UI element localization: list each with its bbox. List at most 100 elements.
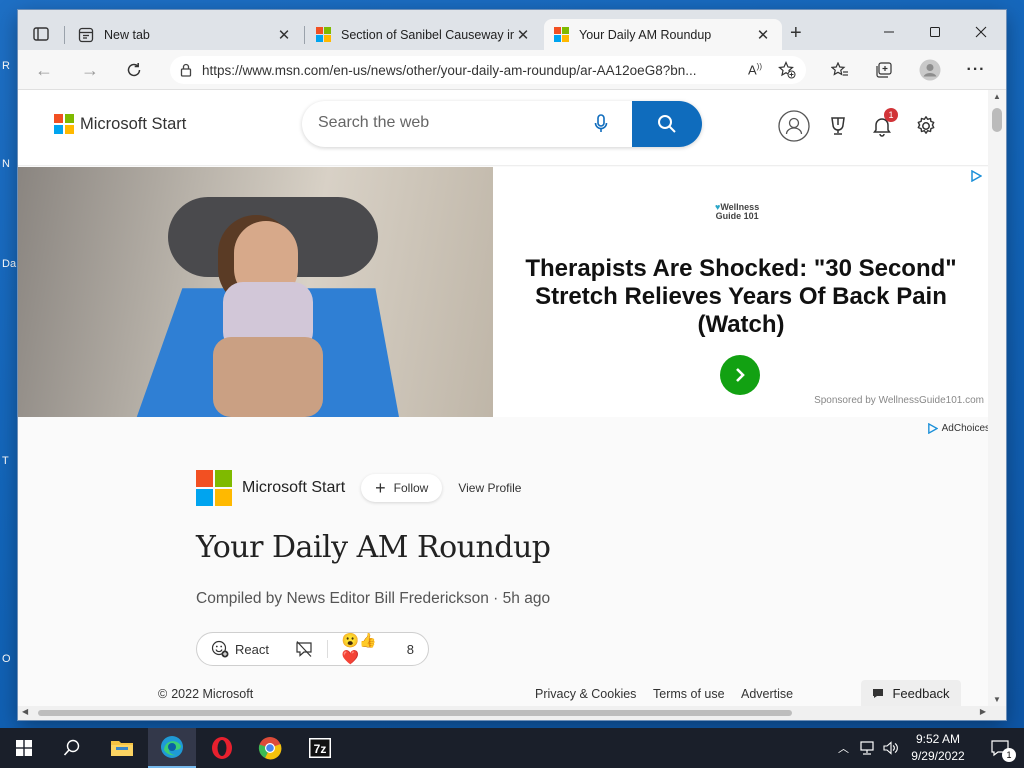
- refresh-button[interactable]: [120, 58, 148, 82]
- person-arms: [213, 337, 323, 417]
- ad-info-icon[interactable]: [970, 169, 983, 185]
- reaction-summary[interactable]: 😮👍❤️ 8: [342, 632, 414, 666]
- chevron-right-icon: [736, 368, 745, 382]
- maximize-button[interactable]: [912, 20, 958, 44]
- desktop-icon-label[interactable]: N: [2, 158, 18, 172]
- scroll-thumb[interactable]: [992, 108, 1002, 132]
- back-button[interactable]: ←: [30, 58, 58, 82]
- copyright-icon: ©: [158, 687, 168, 701]
- action-center-button[interactable]: 1: [976, 728, 1024, 768]
- taskbar-search-button[interactable]: [48, 728, 96, 768]
- ad-headline[interactable]: Therapists Are Shocked: "30 Second" Stre…: [513, 255, 969, 339]
- arrow-right-icon: →: [81, 59, 99, 80]
- forward-button[interactable]: →: [76, 58, 104, 82]
- read-aloud-icon[interactable]: A)): [748, 62, 762, 77]
- new-tab-button[interactable]: +: [790, 23, 802, 43]
- tab-label: Your Daily AM Roundup: [579, 27, 712, 42]
- publisher-logo-icon[interactable]: [196, 470, 232, 506]
- privacy-link[interactable]: Privacy & Cookies: [535, 687, 636, 701]
- follow-button[interactable]: + Follow: [361, 474, 443, 502]
- more-dots-icon: ···: [966, 61, 986, 78]
- taskbar-clock[interactable]: 9:52 AM 9/29/2022: [906, 731, 970, 765]
- tab-close-icon[interactable]: ✕: [275, 26, 293, 44]
- minimize-button[interactable]: [866, 20, 912, 44]
- scroll-up-icon[interactable]: ▲: [993, 92, 1001, 101]
- desktop-icon-label[interactable]: T: [2, 455, 18, 469]
- comment-disabled-icon: [296, 641, 312, 657]
- tab-daily-roundup[interactable]: Your Daily AM Roundup ✕: [544, 19, 782, 50]
- ad-content: ♥Wellness Guide 101 Therapists Are Shock…: [493, 167, 988, 417]
- scroll-right-icon[interactable]: ▶: [980, 707, 986, 716]
- close-window-button[interactable]: [958, 20, 1004, 44]
- page-footer: © 2022 Microsoft Privacy & Cookies Terms…: [18, 680, 988, 706]
- article-title: Your Daily AM Roundup: [196, 530, 551, 565]
- sponsored-ad[interactable]: ♥Wellness Guide 101 Therapists Are Shock…: [18, 167, 988, 417]
- microsoft-start-logo[interactable]: Microsoft Start: [54, 114, 186, 134]
- volume-icon[interactable]: [883, 741, 899, 755]
- reaction-divider: [326, 640, 328, 658]
- taskbar-file-explorer[interactable]: [98, 728, 146, 768]
- article-header: Microsoft Start + Follow View Profile Yo…: [18, 442, 988, 706]
- settings-more-button[interactable]: ···: [962, 58, 990, 82]
- scroll-left-icon[interactable]: ◀: [22, 707, 28, 716]
- scroll-thumb[interactable]: [38, 710, 792, 716]
- chrome-icon: [258, 737, 282, 760]
- taskbar-chrome[interactable]: [246, 728, 294, 768]
- taskbar-edge[interactable]: [148, 728, 196, 768]
- collections-button[interactable]: [870, 58, 898, 82]
- scroll-down-icon[interactable]: ▼: [993, 695, 1001, 704]
- profile-button[interactable]: [916, 58, 944, 82]
- feedback-icon: [873, 689, 884, 698]
- horizontal-scrollbar[interactable]: ◀ ▶: [18, 706, 1006, 720]
- search-input[interactable]: [318, 114, 578, 132]
- folder-icon: [111, 741, 133, 756]
- view-profile-link[interactable]: View Profile: [458, 481, 521, 495]
- system-tray: ︿: [838, 728, 899, 768]
- advertise-link[interactable]: Advertise: [741, 687, 793, 701]
- tab-sanibel[interactable]: Section of Sanibel Causeway in F ✕: [306, 19, 542, 50]
- terms-link[interactable]: Terms of use: [653, 687, 725, 701]
- copyright: © 2022 Microsoft: [158, 687, 253, 701]
- adchoices-link[interactable]: AdChoices: [927, 423, 988, 434]
- comments-off-button[interactable]: [295, 640, 313, 658]
- react-button[interactable]: React: [211, 640, 269, 658]
- tab-close-icon[interactable]: ✕: [754, 26, 772, 44]
- new-tab-page-icon: [78, 27, 94, 42]
- tab-label: Section of Sanibel Causeway in F: [341, 27, 514, 42]
- ad-brand-logo: ♥Wellness Guide 101: [715, 203, 759, 221]
- publisher-name[interactable]: Microsoft Start: [242, 479, 345, 497]
- minimize-icon: [884, 31, 894, 33]
- search-button[interactable]: [632, 101, 702, 147]
- tab-close-icon[interactable]: ✕: [514, 26, 532, 44]
- desktop-icon-label[interactable]: O: [2, 653, 18, 667]
- add-favorite-icon[interactable]: [778, 61, 796, 79]
- msn-page: Microsoft Start 1: [18, 90, 988, 706]
- start-button[interactable]: [0, 728, 48, 768]
- tab-new-tab[interactable]: New tab ✕: [68, 19, 303, 50]
- opera-icon: [212, 737, 232, 759]
- tab-actions-button[interactable]: [26, 22, 56, 46]
- rewards-button[interactable]: [822, 110, 854, 142]
- feedback-button[interactable]: Feedback: [861, 680, 961, 706]
- ad-go-button[interactable]: [720, 355, 760, 395]
- chevron-up-icon[interactable]: ︿: [838, 740, 849, 756]
- vertical-scrollbar[interactable]: ▲ ▼: [988, 90, 1006, 706]
- settings-button[interactable]: [910, 110, 942, 142]
- desktop-icon-label[interactable]: R: [2, 60, 18, 74]
- microphone-icon[interactable]: [594, 114, 608, 134]
- taskbar-opera[interactable]: [198, 728, 246, 768]
- svg-text:7z: 7z: [314, 742, 327, 756]
- react-label: React: [235, 641, 269, 657]
- taskbar-7zip[interactable]: 7z: [296, 728, 344, 768]
- notifications-button[interactable]: 1: [866, 108, 898, 142]
- ad-image[interactable]: [18, 167, 493, 417]
- arrow-left-icon: ←: [35, 59, 53, 80]
- network-icon[interactable]: [859, 741, 875, 755]
- address-bar[interactable]: https://www.msn.com/en-us/news/other/you…: [170, 56, 806, 84]
- favorites-button[interactable]: [826, 58, 854, 82]
- article-byline: Compiled by News Editor Bill Frederickso…: [196, 590, 551, 607]
- desktop-icon-label[interactable]: Da: [2, 258, 18, 272]
- account-button[interactable]: [778, 110, 810, 142]
- tab-separator: [64, 26, 65, 44]
- 7zip-icon: 7z: [309, 738, 331, 758]
